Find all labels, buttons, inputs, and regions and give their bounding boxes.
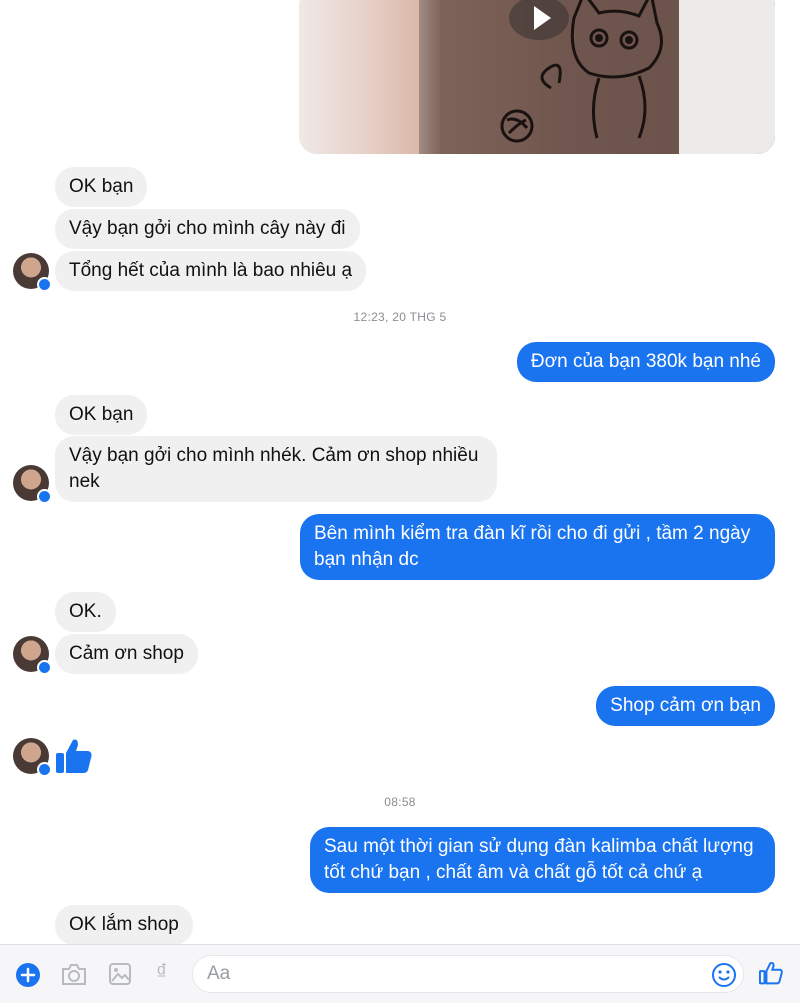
message-bubble-outgoing[interactable]: Bên mình kiểm tra đàn kĩ rồi cho đi gửi … [300,514,775,580]
messenger-badge-icon [37,489,52,504]
message-bubble-outgoing[interactable]: Sau một thời gian sử dụng đàn kalimba ch… [310,827,775,893]
plus-circle-icon[interactable] [15,962,41,988]
play-icon[interactable] [509,0,569,40]
timestamp: 08:58 [384,795,416,809]
avatar[interactable] [13,636,52,675]
messenger-badge-icon [37,762,52,777]
video-thumbnail[interactable] [299,0,775,154]
smiley-icon[interactable] [711,962,737,988]
message-bubble-incoming[interactable]: Tổng hết của mình là bao nhiêu ạ [55,251,367,291]
dong-icon[interactable]: ₫ [156,959,167,985]
message-bubble-incoming[interactable]: OK lắm shop [55,905,193,945]
message-bubble-incoming[interactable]: OK. [55,592,116,632]
message-bubble-incoming[interactable]: Vậy bạn gởi cho mình nhék. Cảm ơn shop n… [55,436,497,502]
message-bubble-outgoing[interactable]: Đơn của bạn 380k bạn nhé [516,342,775,382]
message-bubble-outgoing[interactable]: Shop cảm ơn bạn [596,686,775,726]
message-bubble-incoming[interactable]: OK bạn [55,167,148,207]
message-input[interactable]: Aa [192,955,744,993]
messenger-badge-icon [37,660,52,675]
hand-shape [299,0,419,154]
camera-icon[interactable] [60,963,88,987]
message-bubble-incoming[interactable]: Vậy bạn gởi cho mình cây này đi [55,209,360,249]
messenger-badge-icon [37,277,52,292]
avatar[interactable] [13,465,52,504]
message-input-placeholder: Aa [207,963,231,984]
avatar[interactable] [13,738,52,777]
thumbs-up-icon[interactable] [758,960,784,986]
timestamp: 12:23, 20 THG 5 [353,310,447,324]
composer-bar: ₫ Aa [0,944,800,1003]
message-bubble-incoming[interactable]: OK bạn [55,395,148,435]
image-icon[interactable] [108,962,132,986]
thumbs-up-icon[interactable] [54,736,94,776]
message-bubble-incoming[interactable]: Cảm ơn shop [55,634,198,674]
avatar[interactable] [13,253,52,292]
